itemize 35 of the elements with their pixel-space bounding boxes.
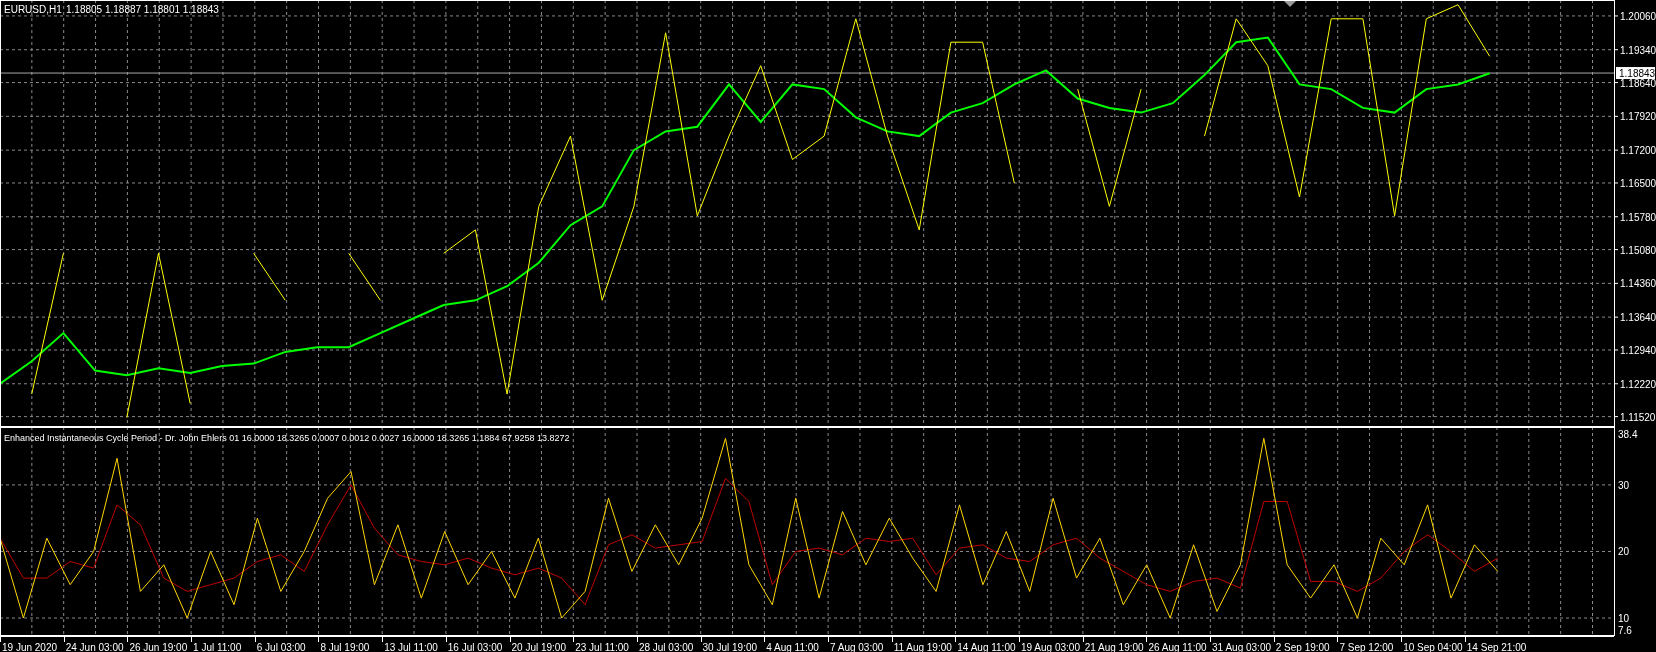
axis-label: 1.15080	[1620, 244, 1656, 256]
time-label: 20 Jul 19:00	[511, 642, 566, 652]
axis-label: 1.16500	[1620, 177, 1656, 189]
time-label: 24 Jun 03:00	[65, 642, 124, 652]
time-label: 23 Jul 11:00	[575, 642, 629, 652]
time-label: 1 Jul 11:00	[193, 642, 242, 652]
axis-label: 20	[1618, 546, 1630, 558]
axis-label: 1.17200	[1620, 145, 1656, 157]
axis-label: 1.11520	[1620, 411, 1656, 423]
axis-label: 1.12940	[1620, 345, 1656, 356]
axis-label: 7.6	[1618, 625, 1632, 636]
indicator-label: Enhanced Instantaneous Cycle Period - Dr. John Ehlers 01 16.0000 18.3265 0.0007 0.0012 0.0027 16.0000 18.3265 1.1884 67.9258 13.8272	[4, 433, 570, 443]
axis-label: 1.13640	[1620, 312, 1656, 324]
axis-label: 30	[1618, 479, 1630, 491]
axis-label: 1.14360	[1620, 278, 1656, 290]
axis-label: 1.20060	[1620, 10, 1656, 22]
time-label: 26 Jun 19:00	[129, 642, 188, 652]
price-tag: 1.18843	[1616, 67, 1656, 80]
axis-label: 1.12220	[1620, 378, 1656, 390]
time-label: 30 Jul 19:00	[702, 642, 758, 652]
axis-label: 38.4	[1618, 429, 1638, 440]
axis-label: 10	[1618, 613, 1630, 625]
time-label: 8 Jul 19:00	[320, 642, 370, 652]
time-label: 16 Jul 03:00	[447, 642, 503, 652]
axis-label: 1.17920	[1620, 111, 1656, 123]
symbol-label: EURUSD,H1	[4, 4, 62, 15]
axis-label: 1.19340	[1620, 44, 1656, 56]
time-label: 28 Jul 03:00	[638, 642, 694, 652]
axis-label: 1.15780	[1620, 211, 1656, 223]
ohlc-values: 1.18805 1.18887 1.18801 1.18843	[66, 4, 219, 15]
time-label: 6 Jul 03:00	[256, 642, 306, 652]
time-label: 19 Jun 2020	[2, 642, 58, 652]
arrow-marker-icon	[1284, 1, 1296, 7]
time-label: 13 Jul 11:00	[384, 642, 438, 652]
axis-label: 1.18640	[1620, 77, 1656, 89]
